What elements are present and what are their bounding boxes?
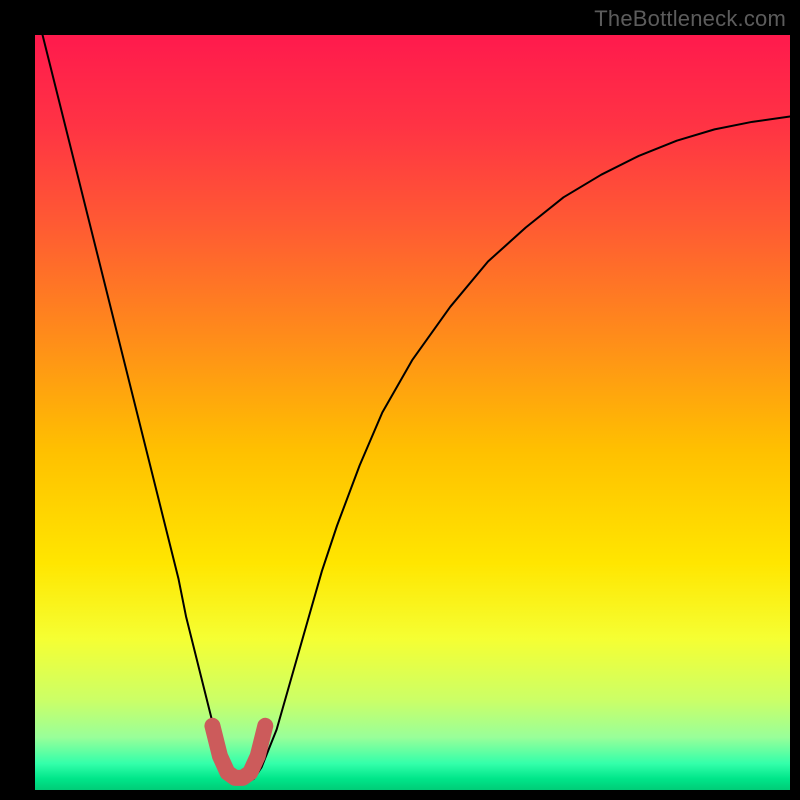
watermark-text: TheBottleneck.com	[594, 6, 786, 32]
chart-svg	[35, 35, 790, 790]
chart-container: TheBottleneck.com	[0, 0, 800, 800]
plot-area	[35, 35, 790, 790]
gradient-background	[35, 35, 790, 790]
